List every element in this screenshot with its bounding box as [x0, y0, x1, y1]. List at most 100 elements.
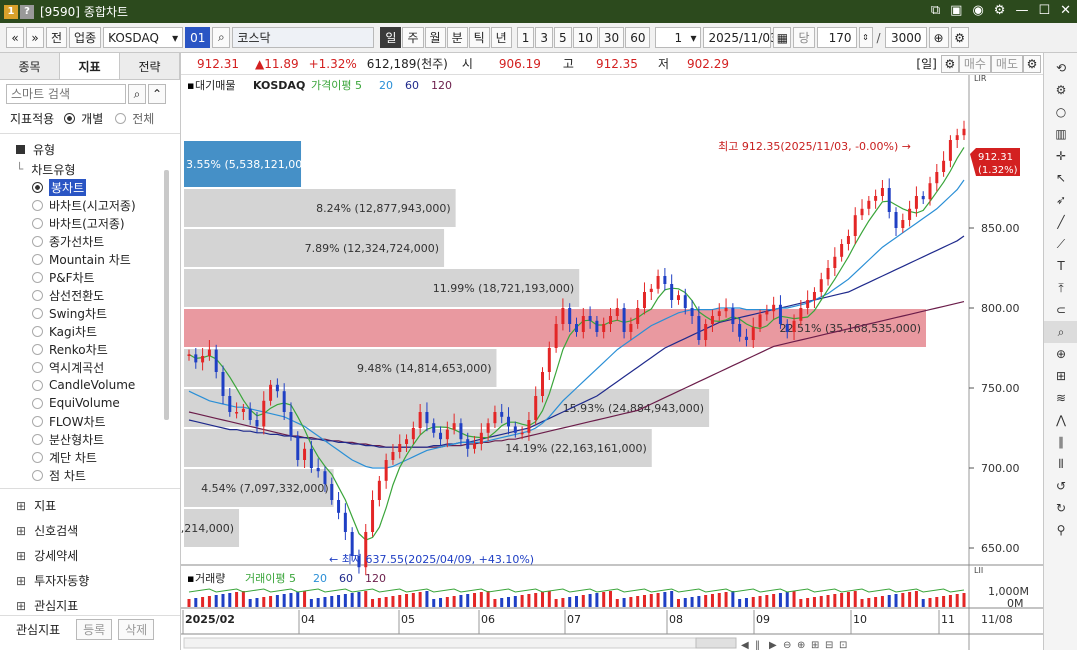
- bar-chart-icon[interactable]: ▥: [1044, 123, 1077, 145]
- text-tool-icon[interactable]: T: [1044, 255, 1077, 277]
- radio-button[interactable]: [32, 379, 43, 391]
- chart-type-item[interactable]: 봉차트: [32, 178, 180, 196]
- period-day[interactable]: 일: [380, 27, 402, 48]
- minimize-icon[interactable]: —: [1015, 3, 1028, 18]
- fibonacci-icon[interactable]: ≋: [1044, 387, 1077, 409]
- pattern-icon[interactable]: ⋀: [1044, 409, 1077, 431]
- smart-search-input[interactable]: [6, 84, 126, 104]
- interval-10[interactable]: 10: [572, 27, 598, 48]
- chevron-up-icon[interactable]: ⌃: [148, 84, 166, 104]
- radio-button[interactable]: [32, 217, 43, 229]
- radio-button[interactable]: [32, 415, 43, 427]
- chart-type-item[interactable]: 계단 차트: [32, 448, 180, 466]
- crosshair-icon[interactable]: ✛: [1044, 145, 1077, 167]
- radio-button[interactable]: [32, 451, 43, 463]
- chart-type-item[interactable]: Mountain 차트: [32, 250, 180, 268]
- search-icon[interactable]: ⌕: [128, 84, 146, 104]
- grid-lines-icon[interactable]: ⦀: [1044, 453, 1077, 475]
- radio-button[interactable]: [32, 361, 43, 373]
- search-icon[interactable]: ⌕: [212, 27, 231, 48]
- count-select[interactable]: 1 ▾: [655, 27, 702, 48]
- indicator-group[interactable]: ⊞ 신호검색: [0, 518, 180, 543]
- period-week[interactable]: 주: [402, 27, 424, 48]
- period-tick[interactable]: 틱: [468, 27, 490, 48]
- radio-button[interactable]: [32, 271, 43, 283]
- radio-button[interactable]: [32, 289, 43, 301]
- chart-type-item[interactable]: 점 차트: [32, 466, 180, 484]
- chart-type-item[interactable]: CandleVolume: [32, 376, 180, 394]
- tab-indicators[interactable]: 지표: [60, 53, 120, 79]
- chart-type-item[interactable]: P&F차트: [32, 268, 180, 286]
- total-field[interactable]: 3000: [884, 27, 927, 48]
- radio-individual[interactable]: [64, 113, 76, 124]
- subsection-chart-type[interactable]: └ 차트유형: [0, 160, 180, 178]
- delete-button[interactable]: 삭제: [118, 619, 155, 640]
- help-icon[interactable]: ?: [20, 4, 34, 19]
- radio-button[interactable]: [32, 307, 43, 319]
- settings-icon[interactable]: ⚙: [950, 27, 969, 48]
- price-chart[interactable]: ▪ 대기매물 KOSDAQ 가격이평 5 20 60 120LIR650.00700.007…: [181, 75, 1043, 650]
- refresh-icon[interactable]: ⟲: [1044, 57, 1077, 79]
- chart-type-item[interactable]: Swing차트: [32, 304, 180, 322]
- calendar-icon[interactable]: ▦: [773, 27, 792, 48]
- section-type[interactable]: 유형: [0, 138, 180, 160]
- date-field[interactable]: 2025/11/03: [703, 27, 778, 48]
- sell-button[interactable]: 매도: [990, 54, 1023, 73]
- save-icon[interactable]: ▣: [950, 3, 962, 18]
- code-button[interactable]: 01: [185, 27, 211, 48]
- pointer-icon[interactable]: ➶: [1044, 189, 1077, 211]
- name-field[interactable]: 코스닥: [232, 27, 375, 48]
- radio-button[interactable]: [32, 433, 43, 445]
- stepper-icon[interactable]: ⇕: [858, 27, 873, 48]
- zoom-in-icon[interactable]: ⊕: [1044, 343, 1077, 365]
- chart-type-item[interactable]: Kagi차트: [32, 322, 180, 340]
- gear-icon[interactable]: ⚙: [994, 3, 1006, 18]
- radio-button[interactable]: [32, 253, 43, 265]
- undo-icon[interactable]: ↺: [1044, 475, 1077, 497]
- period-minute[interactable]: 분: [446, 27, 468, 48]
- radio-button[interactable]: [32, 469, 43, 481]
- chart-type-item[interactable]: 삼선전환도: [32, 286, 180, 304]
- radio-button[interactable]: [32, 397, 43, 409]
- radio-all[interactable]: [115, 113, 127, 124]
- symbol-select[interactable]: KOSDAQ ▾: [103, 27, 184, 48]
- collapse-down-icon[interactable]: »: [26, 27, 44, 48]
- radio-button[interactable]: [32, 343, 43, 355]
- period-year[interactable]: 년: [490, 27, 512, 48]
- magnet-icon[interactable]: ⊂: [1044, 299, 1077, 321]
- interval-3[interactable]: 3: [535, 27, 553, 48]
- tab-stocks[interactable]: 종목: [0, 53, 60, 79]
- radio-button[interactable]: [32, 181, 43, 193]
- indicator-group[interactable]: ⊞ 지표: [0, 493, 180, 518]
- bars-field[interactable]: 170: [816, 27, 857, 48]
- vertical-lines-icon[interactable]: ∥: [1044, 431, 1077, 453]
- interval-60[interactable]: 60: [625, 27, 651, 48]
- settings-icon[interactable]: ⚙: [1044, 79, 1077, 101]
- magnify-icon[interactable]: ⚲: [1044, 519, 1077, 541]
- camera-icon[interactable]: ◉: [972, 3, 983, 18]
- zoom-icon[interactable]: ⌕: [1044, 321, 1077, 343]
- circle-icon[interactable]: ○: [1044, 101, 1077, 123]
- period-month[interactable]: 월: [424, 27, 446, 48]
- chart-type-item[interactable]: 분산형차트: [32, 430, 180, 448]
- radio-button[interactable]: [32, 325, 43, 337]
- chart-type-item[interactable]: 바차트(고저종): [32, 214, 180, 232]
- close-icon[interactable]: ✕: [1060, 3, 1071, 18]
- front-button[interactable]: 전: [46, 27, 68, 48]
- auto-trend-icon[interactable]: ⟋: [1044, 233, 1077, 255]
- chart-type-item[interactable]: EquiVolume: [32, 394, 180, 412]
- chart-type-item[interactable]: 바차트(시고저종): [32, 196, 180, 214]
- register-button[interactable]: 등록: [76, 619, 113, 640]
- chart-type-item[interactable]: Renko차트: [32, 340, 180, 358]
- indicator-group[interactable]: ⊞ 투자자동향: [0, 568, 180, 593]
- trendline-icon[interactable]: ╱: [1044, 211, 1077, 233]
- indicator-group[interactable]: ⊞ 강세약세: [0, 543, 180, 568]
- radio-button[interactable]: [32, 235, 43, 247]
- radio-button[interactable]: [32, 199, 43, 211]
- interval-30[interactable]: 30: [598, 27, 625, 48]
- buy-button[interactable]: 매수: [958, 54, 991, 73]
- restore-icon[interactable]: ⧉: [931, 3, 940, 18]
- current-button[interactable]: 당: [793, 27, 815, 48]
- tab-strategy[interactable]: 전략: [120, 53, 180, 79]
- chart-type-item[interactable]: 역시계곡선: [32, 358, 180, 376]
